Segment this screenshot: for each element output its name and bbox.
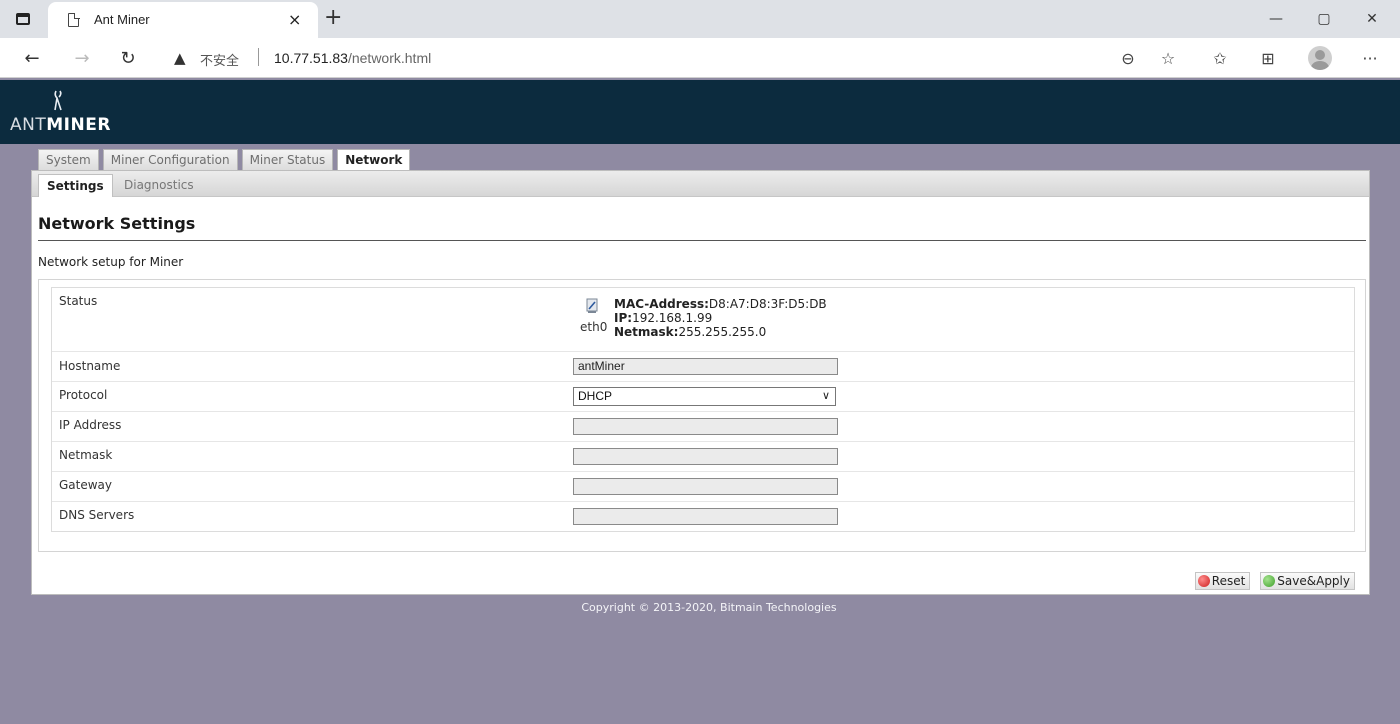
main-tabs: System Miner Configuration Miner Status … xyxy=(38,149,411,171)
page-icon xyxy=(68,12,80,27)
add-favorite-icon[interactable]: ☆ xyxy=(1154,44,1182,72)
close-tab-icon[interactable]: × xyxy=(288,10,301,29)
hostname-input[interactable]: antMiner xyxy=(573,358,838,375)
network-settings-table: Status eth0 MAC-Address:D8:A7:D8:3F:D5:D… xyxy=(51,287,1355,532)
address-bar[interactable]: ▲ 不安全 10.77.51.83/network.html xyxy=(162,42,1092,74)
url-path: /network.html xyxy=(347,50,432,66)
dns-servers-label: DNS Servers xyxy=(59,508,135,522)
close-window-icon[interactable]: ✕ xyxy=(1348,0,1396,38)
tab-system[interactable]: System xyxy=(38,149,99,170)
protocol-label: Protocol xyxy=(59,388,108,402)
maximize-icon[interactable]: ▢ xyxy=(1300,0,1348,38)
forward-arrow-icon[interactable]: → xyxy=(68,44,96,72)
status-row: Status eth0 MAC-Address:D8:A7:D8:3F:D5:D… xyxy=(52,288,1354,352)
ip-line: IP:192.168.1.99 xyxy=(614,311,827,325)
reset-button-label: Reset xyxy=(1211,574,1246,588)
collections-icon[interactable]: ⊞ xyxy=(1254,44,1282,72)
dns-servers-input[interactable] xyxy=(573,508,838,525)
status-label: Status xyxy=(59,294,98,308)
favorites-icon[interactable]: ✩ xyxy=(1206,44,1234,72)
protocol-selected-value: DHCP xyxy=(578,389,613,403)
netmask-value: 255.255.255.0 xyxy=(678,325,767,339)
ip-value: 192.168.1.99 xyxy=(632,311,713,325)
dns-servers-row: DNS Servers xyxy=(52,502,1354,532)
chevron-down-icon: ∨ xyxy=(821,390,830,402)
page-header: ANTMINER xyxy=(0,80,1400,144)
minimize-icon[interactable]: — xyxy=(1252,0,1300,38)
tab-miner-status[interactable]: Miner Status xyxy=(241,149,334,170)
form-actions: Reset Save&Apply xyxy=(1194,572,1355,590)
interface-eth0: eth0 xyxy=(577,298,617,338)
tab-actions-icon[interactable] xyxy=(12,9,34,29)
warning-icon: ▲ xyxy=(174,49,186,67)
netmask-line: Netmask:255.255.255.0 xyxy=(614,325,827,339)
tab-miner-configuration[interactable]: Miner Configuration xyxy=(102,149,238,170)
netmask-label: Netmask: xyxy=(614,325,679,339)
hostname-row: Hostname antMiner xyxy=(52,352,1354,382)
ip-address-label: IP Address xyxy=(59,418,122,432)
reset-button[interactable]: Reset xyxy=(1194,572,1251,590)
antminer-logo-icon xyxy=(54,90,62,111)
browser-tab-bar: Ant Miner × + — ▢ ✕ xyxy=(0,0,1400,38)
interface-name: eth0 xyxy=(580,320,608,334)
new-tab-icon[interactable]: + xyxy=(324,6,342,30)
gateway-label: Gateway xyxy=(59,478,113,492)
zoom-icon[interactable]: ⊖ xyxy=(1114,44,1142,72)
sub-tabs: Settings Diagnostics xyxy=(32,171,1369,197)
save-apply-button[interactable]: Save&Apply xyxy=(1260,572,1355,590)
gateway-row: Gateway xyxy=(52,472,1354,502)
back-arrow-icon[interactable]: ← xyxy=(18,44,46,72)
url-host: 10.77.51.83 xyxy=(274,50,348,66)
interface-info: MAC-Address:D8:A7:D8:3F:D5:DB IP:192.168… xyxy=(614,297,827,339)
ip-label: IP: xyxy=(614,311,633,325)
network-interface-icon xyxy=(586,298,598,313)
tab-network[interactable]: Network xyxy=(337,149,411,171)
ip-address-input[interactable] xyxy=(573,418,838,435)
netmask-label: Netmask xyxy=(59,448,113,462)
security-label[interactable]: 不安全 xyxy=(200,50,239,69)
protocol-select[interactable]: DHCP ∨ xyxy=(573,387,836,406)
logo-text-light: ANT xyxy=(10,115,47,135)
browser-tab[interactable]: Ant Miner × xyxy=(48,2,318,38)
mac-value: D8:A7:D8:3F:D5:DB xyxy=(708,297,827,311)
gateway-input[interactable] xyxy=(573,478,838,495)
address-separator xyxy=(258,48,259,66)
url-text[interactable]: 10.77.51.83/network.html xyxy=(274,50,431,66)
page-title: Network Settings xyxy=(38,214,196,233)
mac-label: MAC-Address: xyxy=(614,297,709,311)
more-options-icon[interactable]: ··· xyxy=(1356,44,1384,72)
antminer-logo: ANTMINER xyxy=(10,84,110,140)
hostname-label: Hostname xyxy=(59,359,121,373)
network-settings-section: Status eth0 MAC-Address:D8:A7:D8:3F:D5:D… xyxy=(38,279,1366,552)
netmask-row: Netmask xyxy=(52,442,1354,472)
refresh-icon[interactable]: ↻ xyxy=(114,44,142,72)
save-apply-button-label: Save&Apply xyxy=(1277,574,1350,588)
browser-toolbar: ← → ↻ ▲ 不安全 10.77.51.83/network.html ⊖ ☆… xyxy=(0,38,1400,78)
logo-text-bold: MINER xyxy=(46,115,111,135)
save-apply-icon xyxy=(1263,575,1276,587)
title-divider xyxy=(38,240,1366,241)
profile-avatar-icon[interactable] xyxy=(1308,46,1332,70)
mac-address-line: MAC-Address:D8:A7:D8:3F:D5:DB xyxy=(614,297,827,311)
browser-tab-title: Ant Miner xyxy=(94,12,150,27)
reset-icon xyxy=(1197,575,1210,587)
subtab-diagnostics[interactable]: Diagnostics xyxy=(116,174,202,197)
logo-text: ANTMINER xyxy=(10,115,111,135)
ip-address-row: IP Address xyxy=(52,412,1354,442)
copyright-footer: Copyright © 2013-2020, Bitmain Technolog… xyxy=(581,601,837,614)
content-panel: Settings Diagnostics Network Settings Ne… xyxy=(31,170,1370,595)
protocol-row: Protocol DHCP ∨ xyxy=(52,382,1354,412)
subtab-settings[interactable]: Settings xyxy=(38,174,113,197)
page-description: Network setup for Miner xyxy=(38,255,184,269)
netmask-input[interactable] xyxy=(573,448,838,465)
